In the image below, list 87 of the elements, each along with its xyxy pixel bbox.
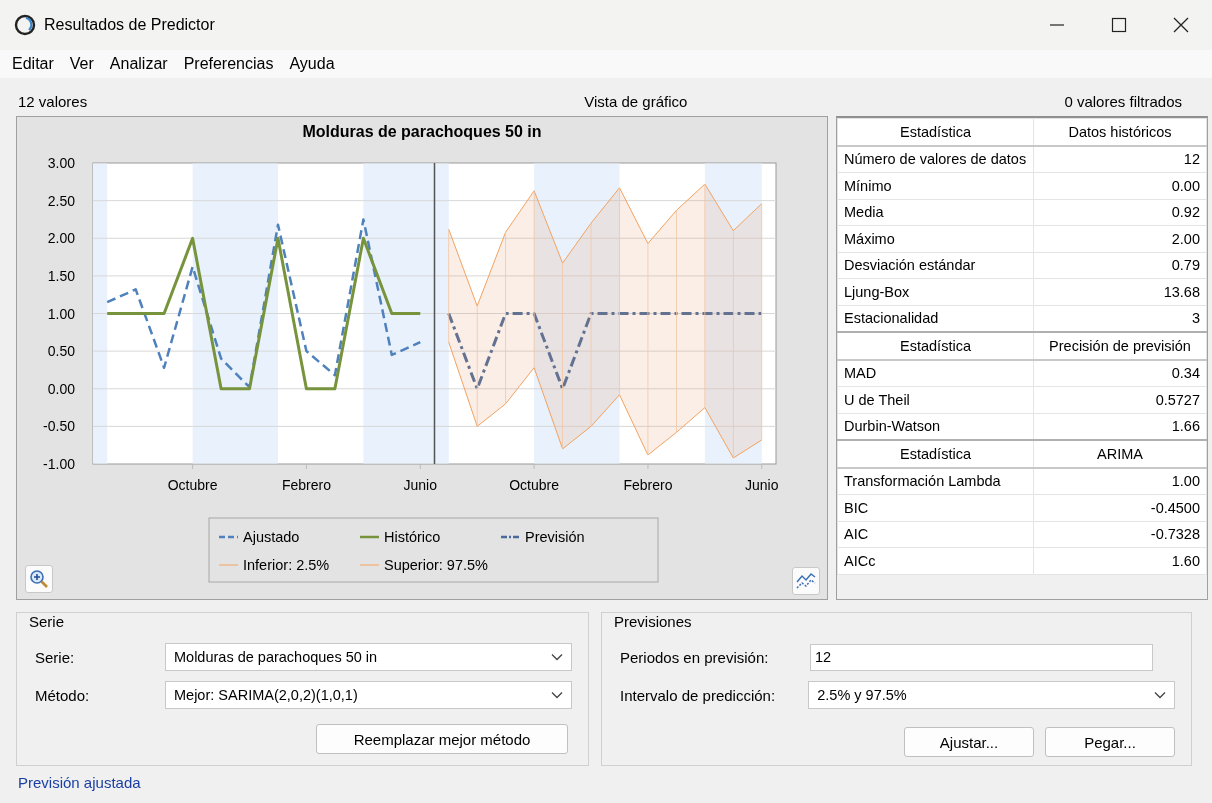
close-icon[interactable] — [1173, 17, 1189, 33]
table-cell: MAD — [837, 359, 1034, 387]
axis-label: 2.50 — [47, 192, 75, 209]
legend-label: Ajustado — [243, 529, 300, 545]
filtered-count: 0 valores filtrados — [1064, 92, 1182, 110]
action-button[interactable]: Ajustar... — [904, 727, 1034, 757]
value-count: 12 valores — [18, 92, 88, 110]
input-field[interactable]: 12 — [810, 643, 1153, 671]
menu-item[interactable]: Analizar — [101, 55, 176, 73]
dropdown[interactable]: 2.5% y 97.5% — [808, 681, 1175, 709]
menu-item[interactable]: Preferencias — [175, 55, 282, 73]
axis-label: 0.00 — [47, 380, 75, 397]
axis-label: Junio — [745, 477, 779, 493]
chart-title: Molduras de parachoques 50 in — [302, 123, 542, 140]
table-cell: BIC — [837, 494, 1034, 521]
table-cell: Durbin-Watson — [837, 413, 1034, 440]
caret-icon — [551, 653, 563, 661]
action-button[interactable]: Reemplazar mejor método — [316, 724, 568, 754]
legend-item: Superior: 97.5% — [359, 557, 488, 573]
legend-label: Superior: 97.5% — [384, 557, 489, 573]
dropdown[interactable]: Mejor: SARIMA(2,0,2)(1,0,1) — [165, 681, 572, 709]
axis-label: 1.00 — [47, 305, 75, 322]
column-header: Estadística — [837, 118, 1034, 146]
table-cell: -0.4500 — [1033, 494, 1207, 521]
status-text: Previsión ajustada — [18, 774, 141, 791]
column-header: Datos históricos — [1033, 118, 1207, 146]
legend-label: Inferior: 2.5% — [243, 557, 330, 573]
table-cell: Media — [837, 199, 1034, 226]
axis-label: -0.50 — [43, 418, 75, 435]
table-cell: 12 — [1033, 145, 1207, 173]
window-title: Resultados de Predictor — [44, 16, 216, 34]
axis-label: Febrero — [281, 477, 331, 493]
field-label: Periodos en previsión: — [620, 648, 770, 666]
table-cell: 0.34 — [1033, 359, 1207, 387]
table-cell: -0.7328 — [1033, 521, 1207, 548]
table-cell: 0.79 — [1033, 252, 1207, 279]
field-label: Serie: — [35, 648, 76, 666]
table-cell: 1.60 — [1033, 547, 1207, 574]
menu-item[interactable]: Editar — [4, 55, 62, 73]
table-cell: Estacionalidad — [837, 305, 1034, 332]
table-cell: Número de valores de datos — [837, 145, 1034, 173]
legend-item: Previsión — [501, 529, 585, 545]
field-label: Método: — [35, 686, 91, 704]
dropdown[interactable]: Molduras de parachoques 50 in — [165, 643, 572, 671]
table-cell: 0.5727 — [1033, 386, 1207, 413]
legend-item: Histórico — [360, 529, 441, 545]
legend-item: Ajustado — [219, 529, 300, 545]
table-cell: AIC — [837, 521, 1034, 548]
table-cell: 2.00 — [1033, 225, 1207, 252]
column-header: Estadística — [837, 440, 1034, 468]
axis-label: Octubre — [509, 477, 559, 493]
table-cell: 0.92 — [1033, 199, 1207, 226]
app-logo-icon — [14, 14, 36, 36]
table-cell: Transformación Lambda — [837, 467, 1034, 495]
axis-label: Octubre — [167, 477, 218, 493]
table-cell: Mínimo — [837, 172, 1034, 199]
caret-icon — [551, 691, 563, 699]
group-title: Serie — [27, 613, 67, 630]
legend-label: Histórico — [384, 529, 441, 545]
axis-label: Febrero — [623, 477, 673, 493]
axis-label: 3.00 — [47, 155, 75, 171]
axis-label: 2.00 — [47, 230, 75, 247]
table-cell: Ljung-Box — [837, 278, 1034, 305]
table-cell: Máximo — [837, 225, 1034, 252]
maximize-icon[interactable] — [1111, 17, 1127, 33]
menu-item[interactable]: Ver — [61, 55, 102, 73]
axis-label: 1.50 — [47, 267, 75, 284]
field-label: Intervalo de predicción: — [620, 686, 777, 704]
group-title: Previsiones — [612, 613, 694, 630]
column-header: Estadística — [837, 332, 1034, 360]
table-cell: U de Theil — [837, 386, 1034, 413]
view-title: Vista de gráfico — [584, 92, 688, 110]
menu-item[interactable]: Ayuda — [281, 55, 343, 73]
column-header: Precisión de previsión — [1033, 332, 1207, 360]
table-cell: 13.68 — [1033, 278, 1207, 305]
caret-icon — [1154, 691, 1166, 699]
action-button[interactable]: Pegar... — [1045, 727, 1175, 757]
legend-item: Inferior: 2.5% — [218, 557, 330, 573]
axis-label: Junio — [403, 477, 437, 493]
legend-label: Previsión — [525, 529, 585, 545]
axis-label: -1.00 — [43, 456, 75, 472]
table-cell: AICc — [837, 547, 1034, 574]
table-cell: Desviación estándar — [837, 252, 1034, 279]
table-cell: 0.00 — [1033, 172, 1207, 199]
table-cell: 1.00 — [1033, 467, 1207, 495]
column-header: ARIMA — [1033, 440, 1207, 468]
axis-label: 0.50 — [47, 343, 75, 360]
